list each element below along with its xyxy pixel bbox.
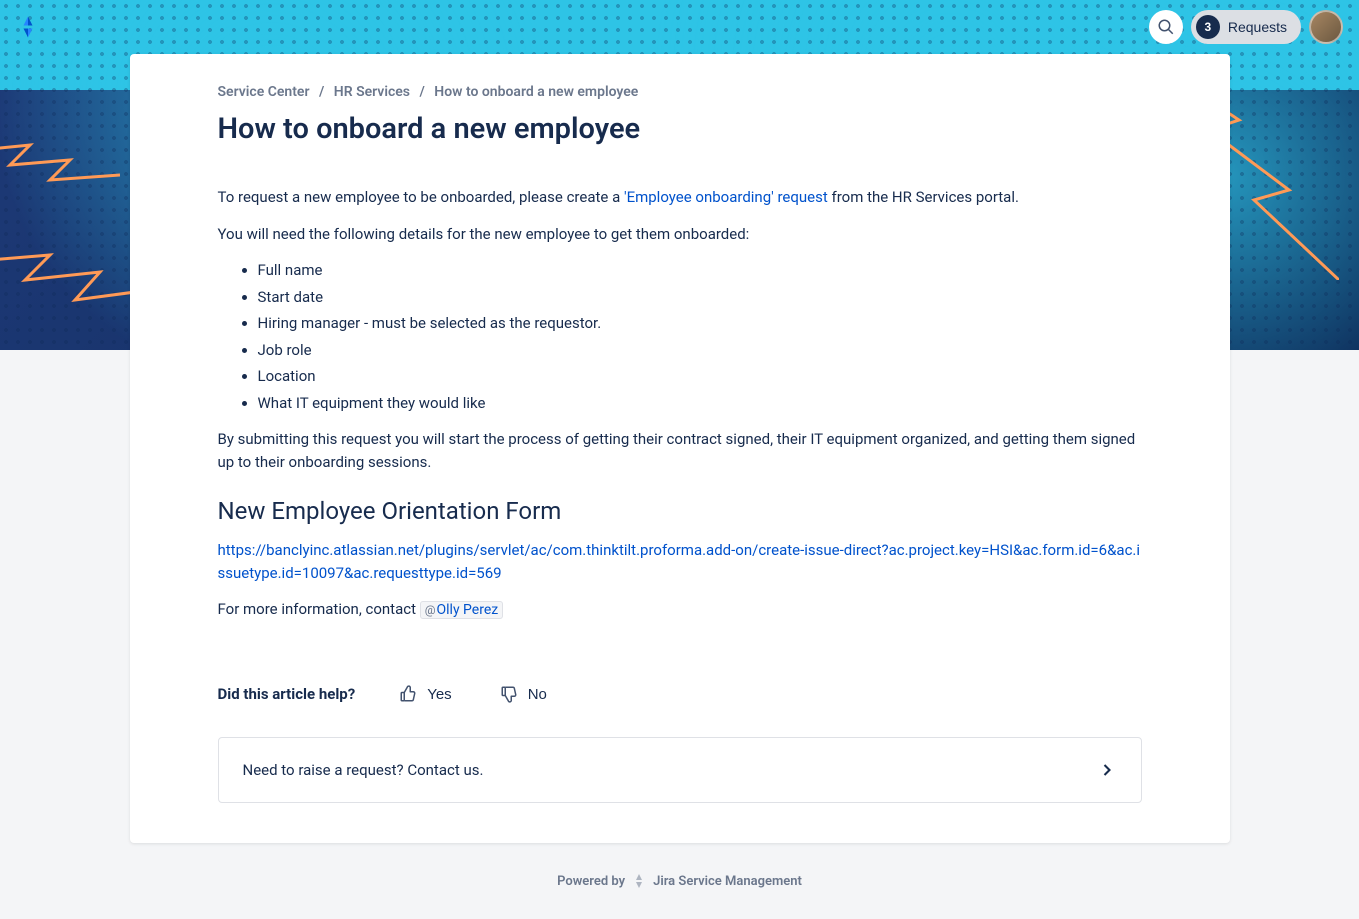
chevron-right-icon — [1097, 760, 1117, 780]
requests-label: Requests — [1228, 19, 1287, 35]
list-item: Start date — [258, 286, 1142, 309]
feedback-section: Did this article help? Yes No — [218, 681, 1142, 707]
feedback-no-button[interactable]: No — [496, 681, 551, 707]
contact-us-card[interactable]: Need to raise a request? Contact us. — [218, 737, 1142, 803]
required-details-list: Full name Start date Hiring manager - mu… — [258, 259, 1142, 414]
article-body: To request a new employee to be onboarde… — [218, 186, 1142, 621]
powered-by-text: Powered by — [557, 874, 625, 889]
more-info-text: For more information, contact — [218, 600, 420, 618]
article-card: Service Center / HR Services / How to on… — [130, 54, 1230, 843]
mention-at-symbol: @ — [425, 603, 436, 617]
top-header: 3 Requests — [0, 0, 1359, 54]
employee-onboarding-link[interactable]: 'Employee onboarding' request — [624, 188, 828, 206]
contact-us-text: Need to raise a request? Contact us. — [243, 761, 484, 779]
intro-text-before: To request a new employee to be onboarde… — [218, 188, 624, 206]
page-title: How to onboard a new employee — [218, 112, 1142, 146]
list-item: What IT equipment they would like — [258, 392, 1142, 415]
details-needed-text: You will need the following details for … — [218, 223, 1142, 246]
breadcrumb-hr-services[interactable]: HR Services — [334, 84, 410, 100]
jira-logo-icon — [631, 873, 647, 889]
orientation-form-heading: New Employee Orientation Form — [218, 497, 1142, 525]
thumbs-up-icon — [399, 685, 417, 703]
breadcrumb-separator: / — [419, 84, 424, 100]
feedback-question: Did this article help? — [218, 685, 356, 703]
user-mention[interactable]: @Olly Perez — [420, 601, 503, 619]
feedback-yes-label: Yes — [427, 686, 451, 703]
breadcrumbs: Service Center / HR Services / How to on… — [218, 84, 1142, 100]
breadcrumb-service-center[interactable]: Service Center — [218, 84, 310, 100]
footer: Powered by Jira Service Management — [0, 843, 1359, 919]
list-item: Full name — [258, 259, 1142, 282]
feedback-yes-button[interactable]: Yes — [395, 681, 455, 707]
breadcrumb-separator: / — [319, 84, 324, 100]
intro-text-after: from the HR Services portal. — [828, 188, 1019, 206]
breadcrumb-current[interactable]: How to onboard a new employee — [434, 84, 638, 100]
list-item: Job role — [258, 339, 1142, 362]
thumbs-down-icon — [500, 685, 518, 703]
list-item: Location — [258, 365, 1142, 388]
user-avatar[interactable] — [1309, 10, 1343, 44]
submission-info-text: By submitting this request you will star… — [218, 428, 1142, 473]
requests-button[interactable]: 3 Requests — [1191, 10, 1301, 44]
app-logo-icon[interactable] — [16, 15, 40, 39]
requests-count-badge: 3 — [1196, 15, 1220, 39]
orientation-form-link[interactable]: https://banclyinc.atlassian.net/plugins/… — [218, 541, 1141, 582]
mention-name: Olly Perez — [437, 602, 499, 618]
search-button[interactable] — [1149, 10, 1183, 44]
feedback-no-label: No — [528, 686, 547, 703]
list-item: Hiring manager - must be selected as the… — [258, 312, 1142, 335]
product-name: Jira Service Management — [653, 874, 802, 889]
search-icon — [1157, 18, 1175, 36]
